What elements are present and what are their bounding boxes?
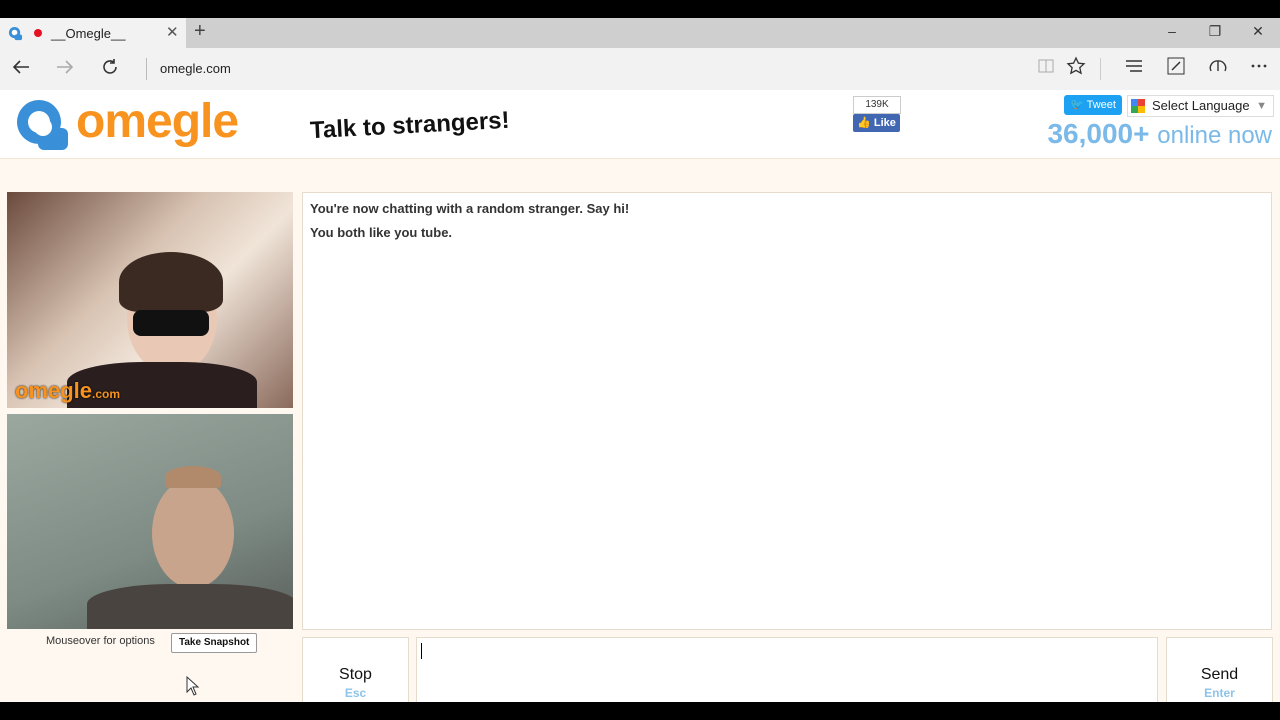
chat-log: You're now chatting with a random strang…: [302, 192, 1272, 630]
facebook-like-count: 139K: [853, 96, 901, 114]
url-field[interactable]: omegle.com: [160, 61, 231, 76]
online-count: 36,000+ online now: [1047, 118, 1272, 150]
stop-label: Stop: [339, 666, 372, 683]
tab-close-icon[interactable]: ✕: [166, 23, 179, 41]
hub-icon[interactable]: [1122, 56, 1146, 80]
omegle-page: omegle Talk to strangers! 139K 👍 Like 🐦 …: [0, 90, 1280, 702]
mouse-cursor-icon: [186, 675, 200, 701]
more-options-icon[interactable]: [1247, 56, 1271, 80]
self-video[interactable]: [7, 414, 293, 629]
minimize-icon[interactable]: –: [1162, 23, 1182, 39]
address-separator: [146, 58, 147, 80]
recording-indicator-icon: [34, 29, 42, 37]
system-message: You both like you tube.: [310, 225, 453, 240]
omegle-logo-text[interactable]: omegle: [76, 94, 239, 149]
browser-window: __Omegle__ ✕ + – ❐ ✕ omegle.com omegle T…: [0, 18, 1280, 702]
favorite-star-icon[interactable]: [1064, 56, 1088, 80]
text-caret: [421, 643, 422, 659]
thumbs-up-icon: 👍: [857, 117, 871, 129]
send-button[interactable]: Send Enter: [1166, 637, 1273, 702]
web-note-icon[interactable]: [1164, 56, 1188, 80]
send-hint: Enter: [1204, 686, 1235, 700]
toolbar-separator: [1100, 58, 1101, 80]
online-label: online now: [1157, 122, 1272, 149]
language-select[interactable]: Select Language ▼: [1127, 95, 1274, 117]
tweet-label: Tweet: [1086, 99, 1116, 111]
stop-button[interactable]: Stop Esc: [302, 637, 409, 702]
reading-view-icon[interactable]: [1034, 56, 1058, 80]
system-message: You're now chatting with a random strang…: [310, 201, 630, 216]
restore-icon[interactable]: ❐: [1205, 23, 1225, 40]
address-bar: omegle.com: [0, 48, 1280, 91]
self-shirt: [87, 584, 293, 629]
share-icon[interactable]: [1206, 56, 1230, 80]
forward-icon[interactable]: [53, 56, 77, 80]
tweet-button[interactable]: 🐦 Tweet: [1064, 95, 1122, 115]
tab-bar: __Omegle__ ✕ + – ❐ ✕: [0, 18, 1280, 48]
twitter-bird-icon: 🐦: [1070, 99, 1084, 111]
omegle-logo-icon[interactable]: [14, 98, 70, 152]
online-number: 36,000+: [1047, 118, 1150, 149]
take-snapshot-button[interactable]: Take Snapshot: [171, 633, 258, 653]
google-translate-icon: [1131, 99, 1145, 113]
watermark-suffix: .com: [92, 387, 121, 401]
watermark-text: omegle: [15, 378, 93, 403]
tab-omegle[interactable]: __Omegle__ ✕: [0, 18, 186, 48]
cowboy-hat-icon: [165, 466, 221, 488]
close-window-icon[interactable]: ✕: [1248, 23, 1268, 40]
sunglasses-icon: [133, 310, 209, 336]
omegle-watermark: omegle.com: [15, 378, 120, 404]
back-icon[interactable]: [9, 56, 33, 80]
dropdown-arrow-icon: ▼: [1256, 100, 1267, 112]
send-label: Send: [1200, 666, 1239, 683]
new-tab-icon[interactable]: +: [194, 20, 206, 43]
tagline: Talk to strangers!: [309, 106, 511, 145]
stop-hint: Esc: [344, 686, 367, 700]
self-face: [152, 478, 234, 588]
omegle-favicon-icon: [8, 26, 23, 41]
options-label: Mouseover for options: [46, 635, 155, 647]
stranger-hair: [119, 252, 223, 312]
message-input[interactable]: [416, 637, 1158, 702]
facebook-like-label: Like: [873, 117, 896, 129]
language-label: Select Language: [1152, 98, 1250, 113]
site-header: omegle Talk to strangers! 139K 👍 Like 🐦 …: [0, 90, 1280, 159]
tab-title: __Omegle__: [51, 26, 126, 41]
refresh-icon[interactable]: [98, 56, 122, 80]
facebook-like-button[interactable]: 👍 Like: [853, 114, 900, 132]
stranger-video[interactable]: omegle.com: [7, 192, 293, 408]
